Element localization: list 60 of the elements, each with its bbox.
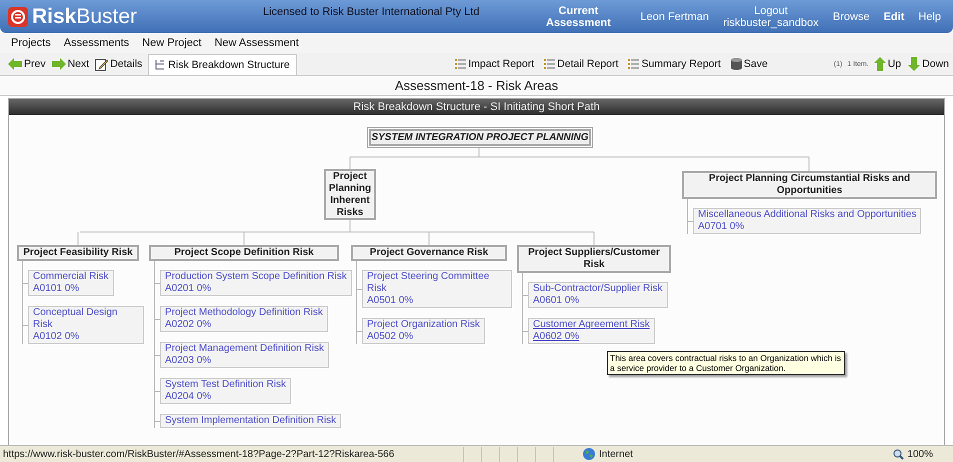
header-link[interactable]: Leon Fertman <box>640 10 709 22</box>
list-icon <box>628 59 640 69</box>
risk-link[interactable]: Miscellaneous Additional Risks and Opportunities A0701 0% <box>693 208 922 234</box>
menu-item[interactable]: New Project <box>142 37 202 49</box>
group-node: Project Scope Definition Risk <box>149 245 339 261</box>
risk-link[interactable]: Sub-Contractor/Supplier Risk A0601 0% <box>528 282 668 308</box>
toolbar-button[interactable]: Details <box>95 58 142 70</box>
zoom-text[interactable]: 100% <box>907 448 933 460</box>
menu-item[interactable]: New Assessment <box>214 37 299 49</box>
list-icon <box>455 59 466 69</box>
header-link[interactable]: Help <box>918 10 941 22</box>
toolbar-button[interactable]: Next <box>52 58 90 70</box>
tooltip: This area covers contractual risks to an Organization which is a service provider to a Customer Organization. <box>607 351 845 375</box>
toolbar-button[interactable]: Impact Report <box>455 58 534 70</box>
risk-link[interactable]: Production System Scope Definition Risk A0201 0% <box>160 270 352 296</box>
header-link[interactable]: Logout riskbuster_sandbox <box>722 4 819 28</box>
toolbar-button[interactable]: Save <box>730 58 768 70</box>
risk-link[interactable]: Customer Agreement Risk A0602 0% <box>528 318 655 344</box>
toolbar-button[interactable]: Up <box>874 57 902 71</box>
header-link[interactable]: Edit <box>884 10 904 22</box>
database-icon <box>730 58 742 70</box>
tab[interactable]: Risk Breakdown Structure <box>148 54 297 75</box>
panel-title: Risk Breakdown Structure - SI Initiating Short Path <box>9 99 944 115</box>
tree-icon <box>155 60 166 70</box>
branch-node: Project Planning Inherent Risks <box>324 169 376 220</box>
toolbar-button[interactable]: Detail Report <box>544 58 618 70</box>
risk-link[interactable]: System Test Definition Risk A0204 0% <box>160 378 291 404</box>
menu-item[interactable]: Assessments <box>64 37 130 49</box>
status-url: https://www.risk-buster.com/RiskBuster/#Assessment-18?Page-2?Part-12?Riskarea-566 <box>2 448 396 460</box>
license-text: Licensed to Risk Buster International Pty Ltd <box>263 5 480 18</box>
arrow-right-icon <box>52 58 66 70</box>
header-link[interactable]: Current Assessment <box>530 4 626 28</box>
logo-text: RiskBuster <box>32 4 138 28</box>
risk-link[interactable]: Project Management Definition Risk A0203 0% <box>160 342 329 368</box>
header-link[interactable]: Browse <box>832 10 870 22</box>
menu-item[interactable]: Projects <box>11 37 51 49</box>
risk-link[interactable]: Project Steering Committee Risk A0501 0% <box>362 270 512 308</box>
group-node: Project Governance Risk <box>351 245 507 261</box>
toolbar-button[interactable]: Summary Report <box>628 58 721 70</box>
globe-icon <box>583 448 595 460</box>
zone-text: Internet <box>599 448 633 460</box>
risk-link[interactable]: Conceptual Design Risk A0102 0% <box>28 306 144 344</box>
toolbar-button[interactable]: Down <box>908 57 949 71</box>
page-title: Assessment-18 - Risk Areas <box>0 76 953 96</box>
group-node: Project Feasibility Risk <box>17 245 139 261</box>
risk-link[interactable]: Project Methodology Definition Risk A0202 0% <box>160 306 328 332</box>
branch-node: Project Planning Circumstantial Risks and Opportunities <box>682 171 937 199</box>
pencil-icon <box>95 58 108 70</box>
arrow-left-icon <box>8 58 22 70</box>
logo-icon <box>8 6 28 26</box>
root-node: SYSTEM INTEGRATION PROJECT PLANNING <box>369 129 591 146</box>
toolbar-button[interactable]: Prev <box>8 58 46 70</box>
risk-link[interactable]: Commercial Risk A0101 0% <box>28 270 114 296</box>
arrow-down-icon <box>908 57 920 71</box>
magnifier-icon <box>893 448 904 460</box>
risk-link[interactable]: System Implementation Definition Risk <box>160 414 342 428</box>
list-icon <box>544 59 556 69</box>
group-node: Project Suppliers/Customer Risk <box>517 245 671 273</box>
arrow-up-icon <box>874 57 886 71</box>
risk-link[interactable]: Project Organization Risk A0502 0% <box>362 318 485 344</box>
